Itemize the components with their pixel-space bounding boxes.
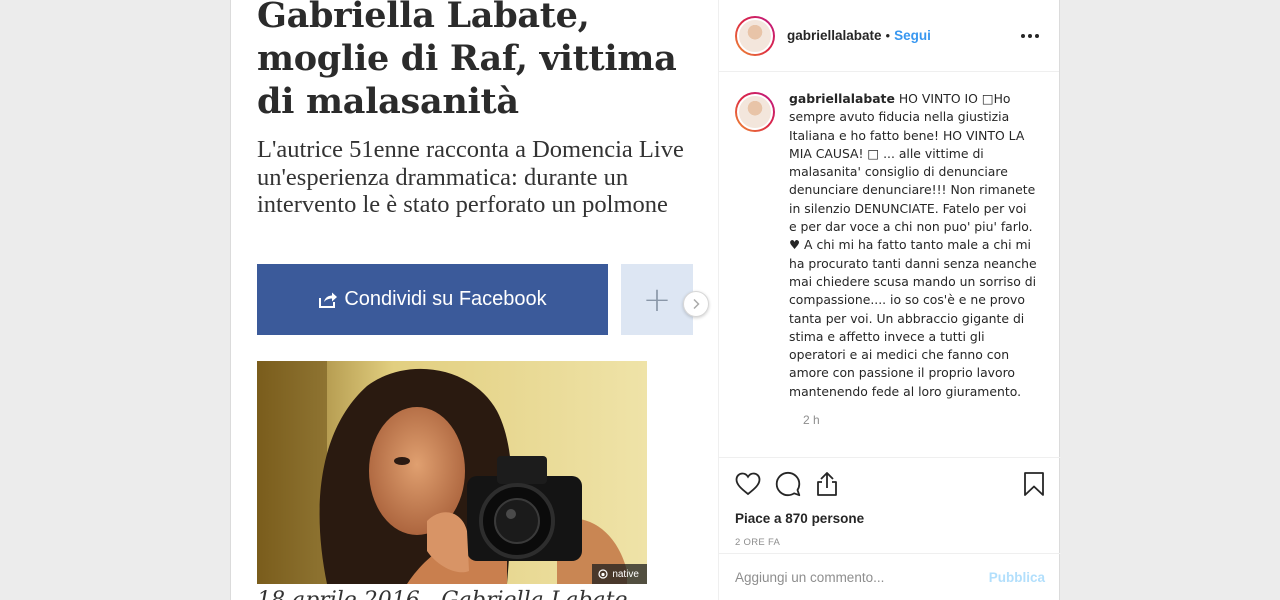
share-icon (319, 292, 338, 308)
caption-username[interactable]: gabriellalabate (789, 91, 895, 106)
camera-icon (598, 569, 608, 579)
post-actions: Piace a 870 persone 2 ORE FA (719, 457, 1061, 548)
action-bar (735, 458, 1045, 510)
more-options-icon[interactable] (1017, 30, 1043, 42)
caption-text: gabriellalabate HO VINTO IO □Ho sempre a… (789, 90, 1037, 401)
plus-label: + (642, 279, 672, 320)
article-headline: Gabriella Labate, moglie di Raf, vittima… (257, 0, 677, 122)
caption-time: 2 h (803, 413, 820, 428)
heart-icon[interactable] (735, 464, 775, 504)
caption-area: gabriellalabate HO VINTO IO □Ho sempre a… (719, 73, 1061, 457)
share-facebook-button: Condividi su Facebook (257, 264, 608, 335)
separator-dot: • (885, 28, 891, 43)
instagram-post-panel: gabriellalabate • Segui gabriellalabate … (718, 0, 1061, 600)
likes-count[interactable]: Piace a 870 persone (735, 511, 1045, 526)
caption-body: HO VINTO IO □Ho sempre avuto fiducia nel… (789, 91, 1037, 399)
comment-input[interactable] (735, 569, 989, 585)
post-image: Gabriella Labate, moglie di Raf, vittima… (230, 0, 718, 600)
native-badge: native (592, 564, 647, 584)
caption-avatar[interactable] (735, 92, 775, 132)
chevron-right-icon[interactable] (683, 291, 709, 317)
native-badge-label: native (612, 568, 639, 580)
share-facebook-label: Condividi su Facebook (344, 288, 547, 310)
avatar[interactable] (735, 15, 775, 56)
comment-form: Pubblica (719, 553, 1061, 600)
follow-button[interactable]: Segui (894, 28, 931, 43)
article-subhead: L'autrice 51enne racconta a Domencia Liv… (257, 136, 684, 218)
share-arrow-icon[interactable] (815, 464, 855, 504)
publish-button[interactable]: Pubblica (989, 570, 1045, 585)
comment-icon[interactable] (775, 464, 815, 504)
article-byline: 18 aprile 2016 - Gabriella Labate (257, 588, 628, 600)
caption-row: gabriellalabate HO VINTO IO □Ho sempre a… (735, 90, 1045, 401)
bookmark-icon[interactable] (1005, 464, 1045, 504)
post-header: gabriellalabate • Segui (719, 0, 1059, 72)
header-username[interactable]: gabriellalabate (787, 28, 882, 43)
post-timestamp[interactable]: 2 ORE FA (735, 537, 1045, 548)
article-photo: native (257, 361, 647, 584)
plus-icon: + (621, 264, 693, 335)
